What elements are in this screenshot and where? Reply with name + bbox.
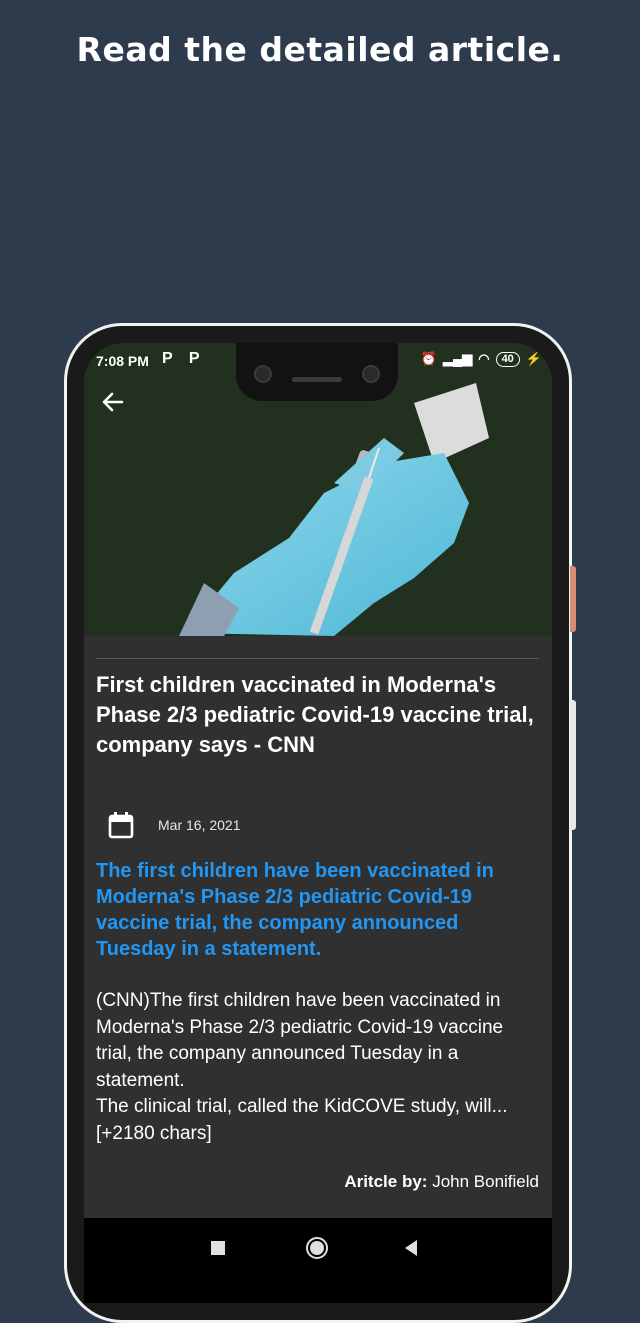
divider	[96, 658, 539, 659]
status-time: 7:08 PM	[96, 353, 149, 369]
power-button	[570, 566, 576, 632]
wifi-icon: ◠	[478, 351, 490, 366]
promo-title: Read the detailed article.	[76, 30, 564, 69]
charging-icon: ⚡	[525, 351, 542, 366]
byline-label: Aritcle by:	[344, 1172, 428, 1191]
earpiece-speaker	[292, 377, 342, 382]
back-triangle-icon[interactable]	[402, 1239, 422, 1299]
article-byline: Aritcle by: John Bonifield	[344, 1172, 539, 1192]
article-content: (CNN)The first children have been vaccin…	[96, 990, 508, 1144]
signal-icon: ▂▄▆	[443, 351, 473, 366]
navigation-bar	[84, 1218, 552, 1303]
camera-notch	[236, 343, 398, 401]
home-circle-icon[interactable]	[304, 1235, 332, 1295]
volume-button	[570, 700, 576, 830]
recents-square-icon[interactable]	[210, 1240, 230, 1300]
phone-screen: 7:08 PM P P ⏰ ▂▄▆ ◠ 40 ⚡ First children …	[84, 343, 552, 1303]
article-image: 7:08 PM P P ⏰ ▂▄▆ ◠ 40 ⚡	[84, 343, 552, 636]
article-title: First children vaccinated in Moderna's P…	[96, 672, 534, 757]
date-row: Mar 16, 2021	[108, 809, 241, 841]
article-description: The first children have been vaccinated …	[96, 860, 494, 960]
camera-right	[362, 365, 380, 383]
alarm-icon: ⏰	[420, 351, 437, 366]
battery-icon: 40	[495, 351, 520, 367]
calendar-icon	[108, 812, 134, 839]
back-arrow-icon[interactable]	[100, 389, 130, 419]
author-name: John Bonifield	[432, 1172, 539, 1191]
camera-left	[254, 365, 272, 383]
system-icons: ⏰ ▂▄▆ ◠ 40 ⚡	[421, 351, 542, 367]
notification-icons: P P	[162, 350, 206, 367]
article-date: Mar 16, 2021	[158, 817, 241, 833]
